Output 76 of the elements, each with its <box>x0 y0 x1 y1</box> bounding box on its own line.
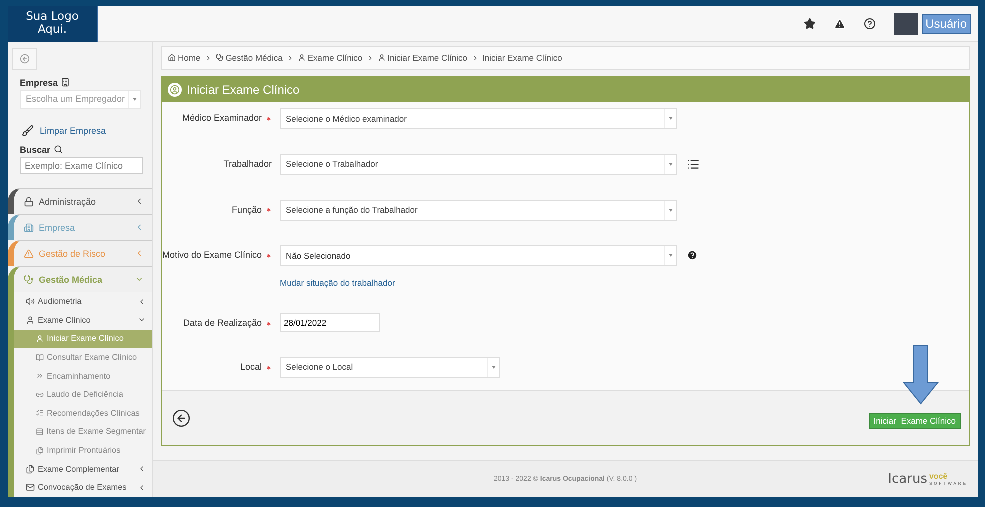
select-field[interactable]: Selecione o Local <box>280 356 500 378</box>
select-field[interactable]: Selecione o Médico examinador <box>280 108 677 129</box>
menu-icon <box>36 354 44 362</box>
building-icon <box>61 78 70 88</box>
warning-icon[interactable] <box>834 18 846 30</box>
chevron-left-icon <box>135 249 144 258</box>
field-label: Data de Realização <box>162 313 272 328</box>
select-field[interactable]: Não Selecionado <box>280 245 677 266</box>
search-icon <box>54 145 63 154</box>
field-label: Local <box>162 356 272 372</box>
menu-item[interactable]: Convocação de Exames <box>14 478 152 497</box>
menu-icon <box>26 483 35 492</box>
person-icon <box>298 54 306 62</box>
photo-placeholder <box>894 12 918 34</box>
menu-item[interactable]: Administração <box>8 188 152 214</box>
collapse-button[interactable] <box>12 48 37 70</box>
caret-icon <box>668 254 672 258</box>
broom-icon <box>22 124 34 137</box>
search-field[interactable]: Exemplo: Exame Clínico <box>20 156 143 174</box>
field-label: Motivo do Exame Clínico <box>162 245 272 260</box>
breadcrumb-link[interactable]: Iniciar Exame Clínico <box>482 53 562 63</box>
change-status-link[interactable]: Mudar situação do trabalhador <box>280 278 969 288</box>
chevron-left-icon <box>135 197 144 206</box>
menu-icon <box>24 222 34 233</box>
select-field[interactable]: Selecione o Trabalhador <box>280 154 677 175</box>
stethoscope-icon <box>216 54 224 62</box>
chevron-left-icon <box>135 223 144 232</box>
field-label: Trabalhador <box>222 158 272 169</box>
menu-icon <box>36 428 44 436</box>
menu-item[interactable]: Audiometria <box>14 292 152 312</box>
chevron-right-icon <box>472 54 479 62</box>
list-icon[interactable] <box>687 158 700 171</box>
menu-item[interactable]: Exame Clínico <box>14 311 152 330</box>
field-label: Médico Examinador <box>162 108 272 123</box>
menu-icon <box>24 248 34 259</box>
clear-company-link[interactable]: Limpar Empresa <box>22 124 152 137</box>
help-icon[interactable] <box>864 18 876 30</box>
chevron-right-icon <box>286 54 294 62</box>
back-icon[interactable] <box>172 408 191 428</box>
menu-icon <box>36 446 44 455</box>
menu-icon <box>26 464 35 474</box>
menu-icon <box>26 297 35 306</box>
home-icon <box>168 54 176 62</box>
panel-title: Iniciar Exame Clínico <box>187 82 300 96</box>
chevron-left-icon <box>138 484 146 492</box>
chevron-right-icon <box>204 54 212 62</box>
breadcrumb-link[interactable]: Iniciar Exame Clínico <box>378 53 468 63</box>
person-icon <box>378 54 386 62</box>
caret-icon <box>668 162 672 166</box>
menu-item[interactable]: Exame Complementar <box>14 460 152 478</box>
doctor-icon <box>168 82 182 96</box>
date-field[interactable]: 28/01/2022 <box>280 313 380 332</box>
caret-icon <box>668 117 672 120</box>
field-label: Função <box>162 200 272 215</box>
menu-icon <box>24 274 34 285</box>
field-label: Buscar <box>20 144 51 155</box>
down-arrow-drawing <box>903 345 939 405</box>
select-field[interactable]: Selecione a função do Trabalhador <box>280 200 677 221</box>
star-icon[interactable] <box>804 18 816 30</box>
menu-icon <box>24 196 34 207</box>
caret-icon <box>132 98 136 101</box>
breadcrumb-link[interactable]: Home <box>168 53 201 63</box>
chevron-left-icon <box>138 465 146 474</box>
menu-icon <box>26 316 35 325</box>
menu-icon <box>36 390 44 399</box>
menu-icon <box>36 334 44 343</box>
breadcrumb-link[interactable]: Exame Clínico <box>298 53 363 63</box>
caret-icon <box>492 366 496 369</box>
menu-icon <box>36 409 44 418</box>
logo: Sua Logo Aqui. <box>8 6 98 42</box>
menu-icon <box>36 372 44 380</box>
caret-icon <box>668 208 672 212</box>
chevron-right-icon <box>366 54 374 62</box>
chevron-left-icon <box>138 298 146 306</box>
breadcrumb-link[interactable]: Gestão Médica <box>216 53 283 63</box>
field-label: Empresa <box>20 78 58 88</box>
